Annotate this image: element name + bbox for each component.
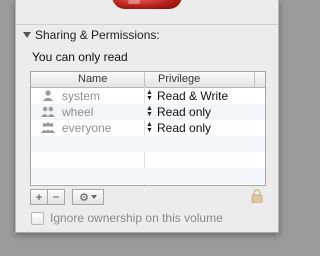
column-separator: [254, 72, 255, 87]
section-title: Sharing & Permissions:: [35, 28, 160, 42]
table-row[interactable]: everyone ▲ ▼ Read only: [31, 120, 265, 136]
empty-row: [31, 136, 265, 152]
table-header: Name Privilege: [31, 72, 265, 88]
group-icon: [41, 106, 55, 117]
column-header-name[interactable]: Name: [78, 73, 107, 85]
single-user-icon: [42, 90, 54, 101]
add-button[interactable]: +: [30, 189, 48, 205]
permissions-table[interactable]: Name Privilege system ▲ ▼ Read & Write wh…: [30, 71, 266, 186]
chevron-down-icon: [90, 195, 97, 199]
sharing-permissions-header[interactable]: Sharing & Permissions:: [23, 28, 160, 42]
user-name: system: [62, 89, 101, 103]
privilege-value[interactable]: Read & Write: [157, 89, 228, 103]
empty-row: [31, 168, 265, 184]
column-header-privilege[interactable]: Privilege: [158, 73, 200, 85]
apple-image: [112, 0, 182, 9]
apple-highlight: [128, 0, 140, 4]
user-name: wheel: [62, 105, 94, 119]
access-status-text: You can only read: [32, 50, 128, 64]
lock-icon[interactable]: [251, 189, 263, 203]
table-row[interactable]: system ▲ ▼ Read & Write: [31, 88, 265, 104]
gear-icon: ⚙: [79, 191, 89, 204]
table-row[interactable]: wheel ▲ ▼ Read only: [31, 104, 265, 120]
privilege-stepper-icon[interactable]: ▲ ▼: [146, 105, 153, 118]
privilege-stepper-icon[interactable]: ▲ ▼: [146, 89, 153, 102]
ignore-ownership-checkbox[interactable]: [31, 211, 44, 225]
user-name: everyone: [62, 121, 112, 135]
column-separator: [144, 72, 145, 87]
empty-row: [31, 152, 265, 168]
privilege-value[interactable]: Read only: [157, 105, 211, 119]
everyone-icon: [41, 122, 55, 133]
privilege-stepper-icon[interactable]: ▲ ▼: [146, 121, 153, 134]
section-divider: [16, 24, 278, 25]
remove-button[interactable]: −: [48, 189, 65, 205]
disclosure-triangle-icon[interactable]: [23, 32, 31, 38]
privilege-value[interactable]: Read only: [157, 121, 211, 135]
table-button-bar: + − ⚙: [30, 189, 104, 205]
checkbox-label: Ignore ownership on this volume: [50, 211, 223, 225]
info-panel: Sharing & Permissions: You can only read…: [15, 0, 279, 233]
ignore-ownership-option[interactable]: Ignore ownership on this volume: [31, 211, 223, 225]
action-menu-button[interactable]: ⚙: [72, 189, 104, 205]
